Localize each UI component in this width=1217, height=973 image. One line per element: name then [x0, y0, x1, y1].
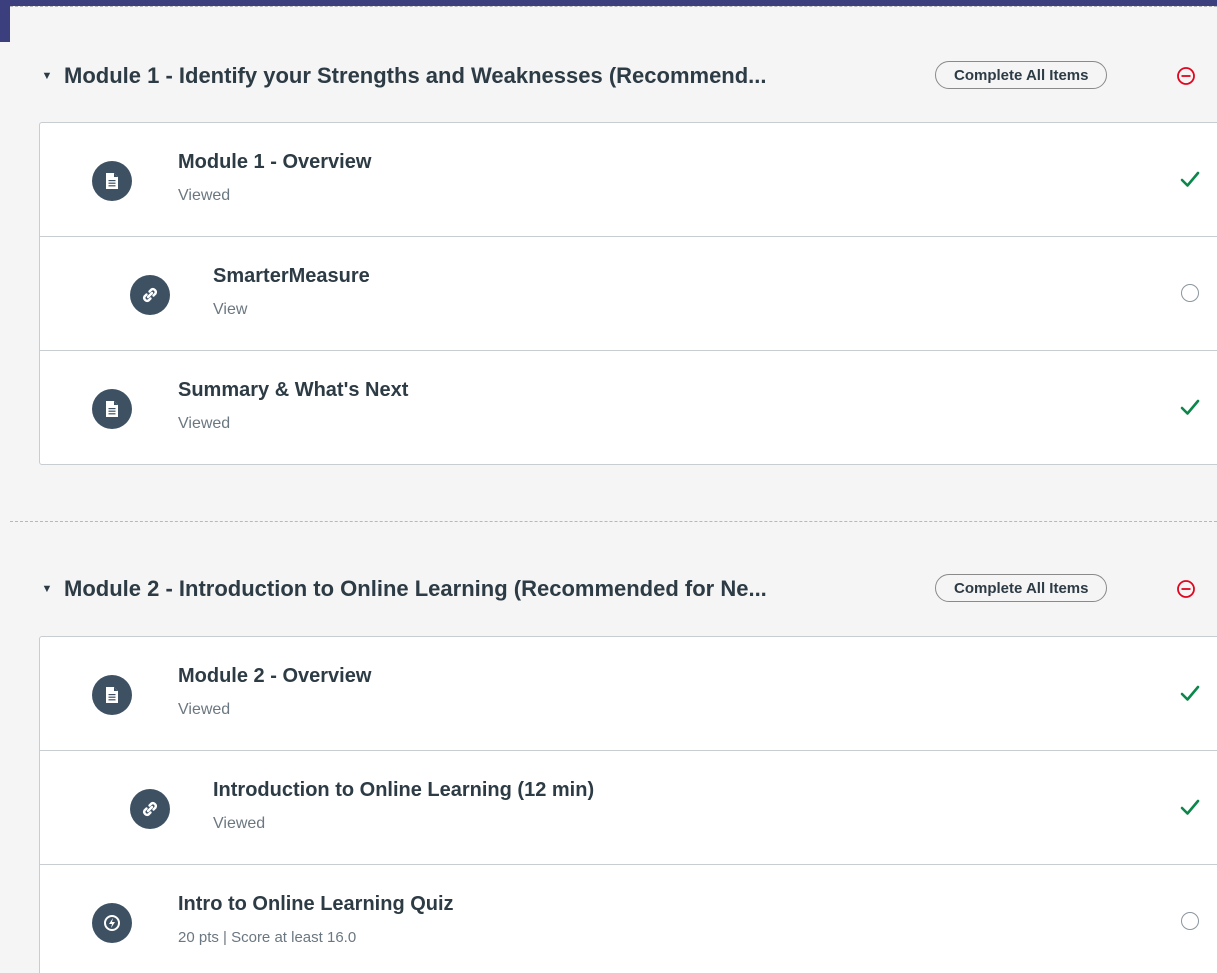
page-icon: [92, 675, 132, 715]
module-item[interactable]: Module 1 - Overview Viewed: [40, 123, 1217, 237]
module-2-title[interactable]: Module 2 - Introduction to Online Learni…: [64, 576, 934, 602]
item-title[interactable]: Summary & What's Next: [178, 379, 408, 402]
remove-circle-icon[interactable]: [1176, 66, 1196, 86]
item-status-text: Viewed: [178, 187, 231, 204]
quiz-icon: [92, 903, 132, 943]
external-link-icon: [130, 789, 170, 829]
module-item[interactable]: Intro to Online Learning Quiz 20 pts | S…: [40, 865, 1217, 973]
module-item[interactable]: Module 2 - Overview Viewed: [40, 637, 1217, 751]
incomplete-circle-icon: [1178, 909, 1202, 933]
top-banner-corner: [0, 0, 10, 42]
collapse-caret-icon[interactable]: ▼: [40, 583, 54, 595]
item-status-text: Viewed: [178, 701, 231, 718]
module-item[interactable]: SmarterMeasure View: [40, 237, 1217, 351]
item-status-text: Viewed: [178, 415, 231, 432]
item-title[interactable]: Module 2 - Overview: [178, 665, 371, 688]
module-divider: [10, 521, 1217, 522]
completed-check-icon: [1178, 167, 1202, 191]
module-1-title[interactable]: Module 1 - Identify your Strengths and W…: [64, 63, 934, 89]
external-link-icon: [130, 275, 170, 315]
module-2-header[interactable]: ▼ Module 2 - Introduction to Online Lear…: [40, 571, 1217, 607]
incomplete-circle-icon: [1178, 281, 1202, 305]
page-icon: [92, 161, 132, 201]
item-title[interactable]: SmarterMeasure: [213, 265, 370, 288]
module-item[interactable]: Summary & What's Next Viewed: [40, 351, 1217, 464]
completed-check-icon: [1178, 795, 1202, 819]
collapse-caret-icon[interactable]: ▼: [40, 70, 54, 82]
item-title[interactable]: Intro to Online Learning Quiz: [178, 893, 454, 916]
module-1-header[interactable]: ▼ Module 1 - Identify your Strengths and…: [40, 58, 1217, 94]
module-2-items: Module 2 - Overview Viewed Introduction …: [39, 636, 1217, 973]
item-title[interactable]: Introduction to Online Learning (12 min): [213, 779, 594, 802]
complete-all-items-button[interactable]: Complete All Items: [935, 574, 1108, 602]
item-status-text: View: [213, 301, 248, 318]
module-divider: [10, 6, 1217, 7]
remove-circle-icon[interactable]: [1176, 579, 1196, 599]
module-item[interactable]: Introduction to Online Learning (12 min)…: [40, 751, 1217, 865]
completed-check-icon: [1178, 681, 1202, 705]
item-title[interactable]: Module 1 - Overview: [178, 151, 371, 174]
completed-check-icon: [1178, 395, 1202, 419]
module-1-items: Module 1 - Overview Viewed SmarterMeasur…: [39, 122, 1217, 465]
complete-all-items-button[interactable]: Complete All Items: [935, 61, 1108, 89]
page-icon: [92, 389, 132, 429]
item-status-text: Viewed: [213, 815, 266, 832]
item-points-text: 20 pts | Score at least 16.0: [178, 929, 357, 946]
modules-page: ▼ Module 1 - Identify your Strengths and…: [0, 0, 1217, 973]
